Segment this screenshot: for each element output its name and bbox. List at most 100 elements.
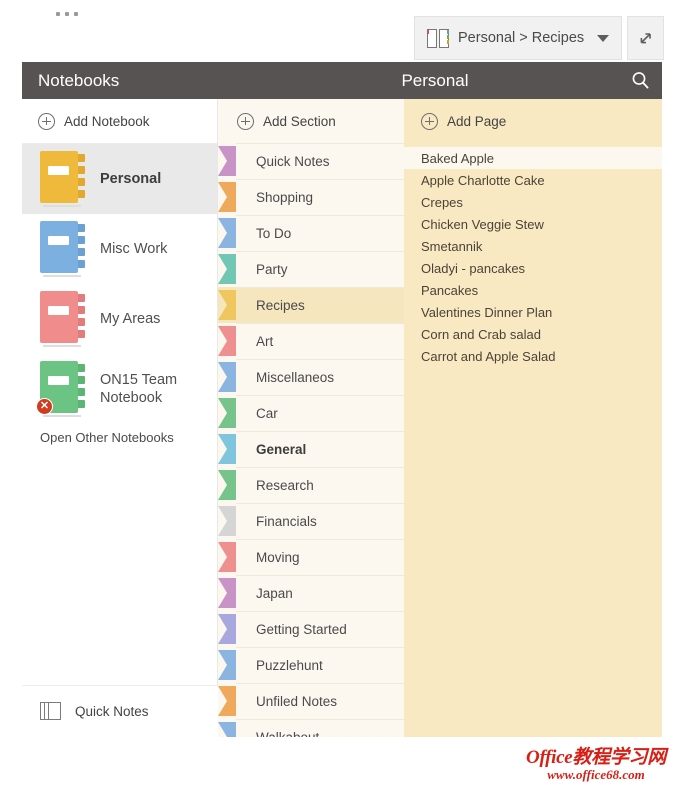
section-item[interactable]: Quick Notes [218,143,404,179]
section-name: Walkabout [256,729,320,738]
plus-circle-icon [237,112,254,130]
breadcrumb-label: Personal > Recipes [458,30,585,46]
section-color-tab-icon [218,542,236,572]
more-options-icon[interactable] [56,6,78,22]
notebook-name: My Areas [100,310,161,327]
divider [236,395,404,396]
divider [236,215,404,216]
notebook-item[interactable]: Personal [22,144,217,214]
dot [65,12,69,16]
notebook-name: ON15 Team Notebook [100,371,178,406]
dock-to-desktop-button[interactable] [627,16,664,60]
divider [236,503,404,504]
divider [236,179,404,180]
section-item[interactable]: Recipes [218,287,404,323]
navigation-panel: Notebooks Personal Add Notebook Personal… [22,62,662,737]
section-color-tab-icon [218,614,236,644]
notebook-breadcrumb-button[interactable]: Personal > Recipes [414,16,622,60]
notebooks-header: Notebooks [22,62,218,99]
add-notebook-label: Add Notebook [64,113,150,129]
section-item[interactable]: To Do [218,215,404,251]
page-list: Baked Apple Apple Charlotte Cake Crepes Chi… [404,143,662,367]
section-item[interactable]: Moving [218,539,404,575]
divider [236,359,404,360]
dot [74,12,78,16]
section-item[interactable]: Research [218,467,404,503]
open-other-notebooks-link[interactable]: Open Other Notebooks [22,424,217,445]
page-item[interactable]: Baked Apple [404,147,662,169]
divider [236,287,404,288]
section-name: Miscellaneos [256,369,335,385]
page-item[interactable]: Chicken Veggie Stew [404,213,662,235]
section-item[interactable]: Unfiled Notes [218,683,404,719]
divider [236,647,404,648]
section-item[interactable]: Party [218,251,404,287]
divider [236,143,404,144]
search-icon [632,72,649,89]
section-color-tab-icon [218,362,236,392]
section-color-tab-icon [218,254,236,284]
divider [236,575,404,576]
section-name: Research [256,477,314,493]
section-name: To Do [256,225,292,241]
watermark: Office教程学习网 www.office68.com [516,748,676,782]
section-item[interactable]: Car [218,395,404,431]
section-item[interactable]: Puzzlehunt [218,647,404,683]
divider [236,611,404,612]
add-notebook-button[interactable]: Add Notebook [22,99,217,143]
notebooks-column: Add Notebook Personal Misc Work My Areas ✕ O… [22,99,218,737]
page-item[interactable]: Smetannik [404,235,662,257]
section-name: Recipes [256,297,305,313]
top-strip: Personal > Recipes [0,0,683,62]
section-color-tab-icon [218,398,236,428]
notebook-cover-icon: ✕ [36,361,86,417]
add-section-button[interactable]: Add Section [218,99,404,143]
notebook-cover-icon [40,221,86,277]
notebooks-title: Notebooks [38,70,120,90]
section-item[interactable]: Financials [218,503,404,539]
quick-notes-label: Quick Notes [75,704,149,719]
page-item[interactable]: Oladyi - pancakes [404,257,662,279]
quick-notes-button[interactable]: Quick Notes [22,685,218,737]
dot [56,12,60,16]
section-item[interactable]: General [218,431,404,467]
notebook-item[interactable]: My Areas [22,284,217,354]
section-color-tab-icon [218,326,236,356]
section-color-tab-icon [218,182,236,212]
add-section-label: Add Section [263,113,336,129]
page-item[interactable]: Apple Charlotte Cake [404,169,662,191]
section-item[interactable]: Shopping [218,179,404,215]
page-item[interactable]: Crepes [404,191,662,213]
divider [236,539,404,540]
page-item[interactable]: Valentines Dinner Plan [404,301,662,323]
section-item[interactable]: Japan [218,575,404,611]
section-item[interactable]: Art [218,323,404,359]
section-name: Unfiled Notes [256,693,338,709]
section-item[interactable]: Miscellaneos [218,359,404,395]
section-item[interactable]: Getting Started [218,611,404,647]
section-name: Financials [256,513,317,529]
divider [236,467,404,468]
section-name: Puzzlehunt [256,657,323,673]
section-name: Quick Notes [256,153,330,169]
divider [236,719,404,720]
add-page-button[interactable]: Add Page [404,99,662,143]
notebook-item[interactable]: ✕ ON15 Team Notebook [22,354,217,424]
page-item[interactable]: Corn and Crab salad [404,323,662,345]
page-item[interactable]: Carrot and Apple Salad [404,345,662,367]
page-item[interactable]: Pancakes [404,279,662,301]
section-name: Japan [256,585,293,601]
section-name: Shopping [256,189,314,205]
current-notebook-title: Personal [401,70,469,90]
search-button[interactable] [618,62,662,99]
section-item[interactable]: Walkabout [218,719,404,737]
chevron-down-icon[interactable] [597,34,609,42]
section-color-tab-icon [218,146,236,176]
section-name: Getting Started [256,621,347,637]
plus-circle-icon [421,112,438,130]
notebook-name: Personal [100,170,162,187]
sections-header: Personal [218,62,662,99]
notebook-item[interactable]: Misc Work [22,214,217,284]
section-list: Quick Notes Shopping To Do Party Recipes Art M… [218,143,404,737]
section-color-tab-icon [218,722,236,737]
